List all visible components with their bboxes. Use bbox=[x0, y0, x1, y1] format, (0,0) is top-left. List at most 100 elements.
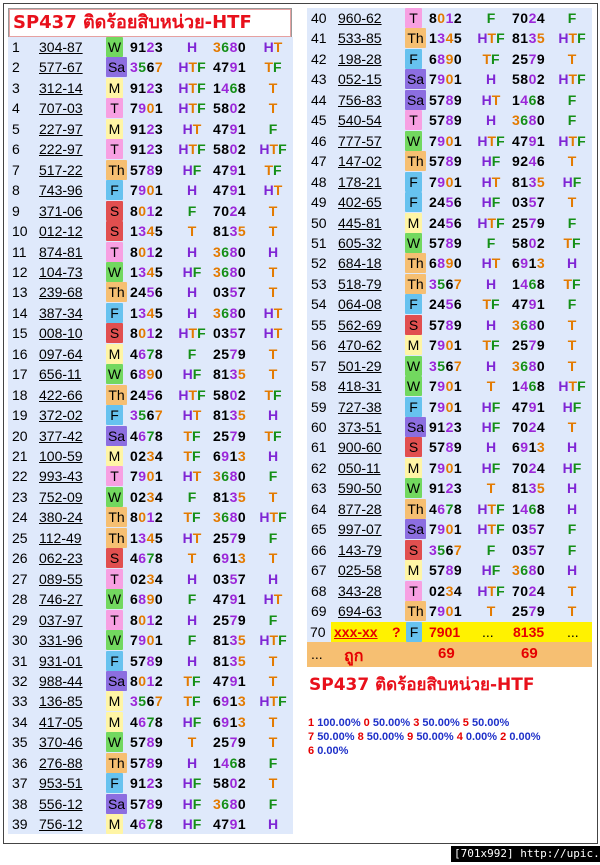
row-number: 54 bbox=[311, 296, 327, 313]
stat-digit: 8 bbox=[357, 731, 367, 743]
day-badge: T bbox=[106, 98, 123, 119]
result-2: TF bbox=[254, 426, 292, 446]
table-row: 13 239-68 Th 2456 H 0357 T bbox=[8, 282, 293, 303]
result-1: TF bbox=[172, 426, 212, 446]
digit: 6 bbox=[221, 468, 230, 485]
digit: 8 bbox=[229, 243, 238, 260]
result-letter: T bbox=[268, 263, 278, 280]
result-letter: H bbox=[267, 448, 279, 464]
digit: 2 bbox=[138, 570, 147, 587]
result-letter: F bbox=[268, 754, 278, 771]
result-1: HTF bbox=[172, 78, 212, 98]
digit: 2 bbox=[146, 775, 155, 792]
digit: 9 bbox=[437, 521, 446, 538]
digit: 2 bbox=[520, 153, 529, 170]
result-letter: T bbox=[268, 284, 278, 301]
draw-code: 960-62 bbox=[338, 10, 382, 26]
result-letter: T bbox=[273, 591, 283, 608]
digit-set-1: 7901 bbox=[429, 131, 462, 151]
result-2: F bbox=[254, 466, 292, 486]
digit: 1 bbox=[229, 693, 238, 710]
row-number: 35 bbox=[12, 734, 28, 751]
table-row: 60 373-51 Sa 9123 HF 7024 T bbox=[307, 417, 592, 437]
day-badge: M bbox=[106, 118, 123, 139]
row-number: 9 bbox=[12, 202, 20, 219]
digit: 0 bbox=[221, 202, 230, 219]
result-letter: T bbox=[486, 378, 496, 395]
result-letter: T bbox=[567, 194, 577, 211]
digit: 0 bbox=[453, 255, 463, 272]
draw-code: 147-02 bbox=[338, 153, 382, 170]
draw-code: 556-12 bbox=[39, 795, 83, 812]
digit: 4 bbox=[221, 754, 230, 771]
result-letter: F bbox=[572, 234, 581, 251]
digit: 7 bbox=[536, 521, 546, 538]
result-letter: F bbox=[187, 488, 197, 505]
digit: 9 bbox=[437, 603, 446, 620]
digit: 8 bbox=[221, 100, 230, 117]
result-letter: H bbox=[186, 182, 198, 199]
result-letter: F bbox=[192, 509, 201, 526]
digit: 1 bbox=[453, 398, 463, 415]
result-1: HTF bbox=[471, 519, 511, 539]
day-badge: M bbox=[106, 814, 123, 835]
result-letter: F bbox=[491, 153, 501, 170]
digit: 9 bbox=[221, 448, 230, 464]
result-1: HT bbox=[172, 405, 212, 425]
digit-set-2: 5802 bbox=[213, 98, 246, 118]
row-number: 69 bbox=[311, 603, 327, 620]
digit: 0 bbox=[536, 112, 546, 129]
digit-set-1: 4678 bbox=[130, 712, 163, 732]
day-badge: T bbox=[106, 139, 123, 160]
table-row: 53 518-79 Th 3567 H 1468 TF bbox=[307, 273, 592, 294]
result-letter: T bbox=[567, 50, 577, 67]
table-row: 37 953-51 F 9123 HF 5802 T bbox=[8, 773, 293, 794]
digit-set-2: 4791 bbox=[213, 589, 246, 609]
result-letter: F bbox=[192, 816, 202, 833]
result-letter: F bbox=[192, 161, 202, 178]
digit-set-1: 6890 bbox=[130, 589, 163, 609]
result-letter: T bbox=[188, 386, 198, 403]
digit: 4 bbox=[154, 448, 164, 464]
digit: 2 bbox=[237, 141, 247, 158]
result-letter: H bbox=[182, 795, 193, 812]
draw-code: 312-14 bbox=[39, 79, 83, 96]
digit-set-1: 6890 bbox=[429, 253, 462, 273]
digit: 2 bbox=[536, 234, 546, 251]
digit: 7 bbox=[237, 325, 247, 342]
result-1: HF bbox=[471, 560, 511, 580]
row-number: 47 bbox=[311, 153, 327, 170]
digit-set-2: 2579 bbox=[512, 49, 545, 69]
row-number: 8 bbox=[12, 182, 20, 199]
digit: 7 bbox=[520, 296, 529, 313]
result-2: H bbox=[254, 242, 292, 262]
digit: 9 bbox=[138, 468, 147, 485]
result-letter: T bbox=[563, 275, 572, 292]
digit-set-1: 5789 bbox=[429, 110, 462, 130]
day-badge: M bbox=[106, 343, 123, 364]
result-2: T bbox=[553, 151, 591, 171]
day-badge: W bbox=[405, 232, 422, 253]
table-row: 41 533-85 Th 1345 HTF 8135 HTF bbox=[307, 28, 592, 49]
result-letter: T bbox=[567, 153, 577, 170]
result-letter: T bbox=[268, 202, 278, 219]
digit: 0 bbox=[237, 468, 247, 485]
result-letter: H bbox=[477, 521, 488, 538]
digit-set-1: 5789 bbox=[130, 160, 163, 180]
digit: 1 bbox=[221, 407, 230, 424]
result-letter: H bbox=[182, 468, 193, 485]
day-badge: W bbox=[405, 130, 422, 151]
digit: 8 bbox=[528, 316, 537, 333]
digit-set-2: 7024 bbox=[512, 458, 545, 478]
digit: 5 bbox=[221, 427, 230, 444]
result-letter: F bbox=[577, 378, 586, 395]
result-letter: H bbox=[186, 611, 198, 628]
result-letter: T bbox=[268, 345, 278, 362]
result-1: F bbox=[471, 540, 511, 560]
day-badge: Th bbox=[405, 28, 426, 49]
digit: 0 bbox=[445, 459, 454, 476]
result-2: T bbox=[553, 601, 591, 621]
digit-set-2: 4791 bbox=[512, 131, 545, 151]
stat-digit: 4 bbox=[456, 731, 466, 743]
result-letter: T bbox=[192, 407, 202, 424]
